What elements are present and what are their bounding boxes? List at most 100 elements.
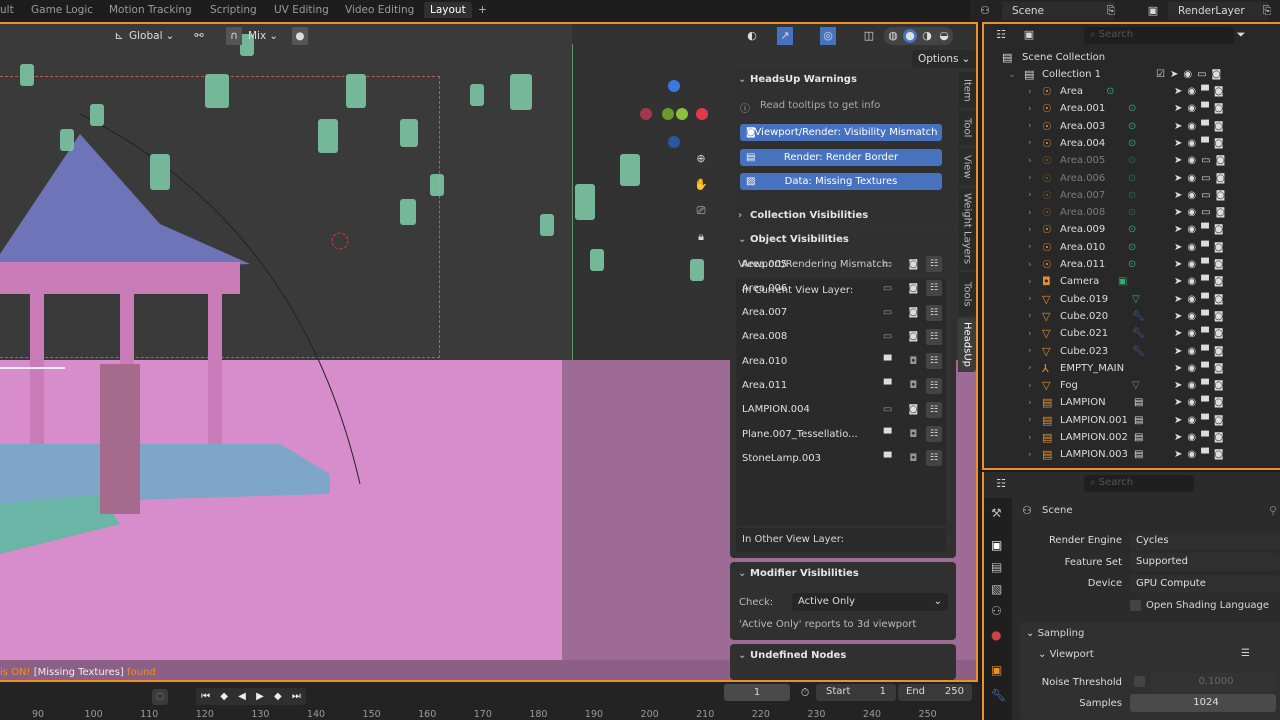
monitor-icon[interactable]: ▀: [1201, 242, 1209, 253]
light-data-icon[interactable]: ⊙: [1128, 224, 1136, 235]
chevron-right-icon[interactable]: ›: [1028, 260, 1032, 270]
outliner-search-input[interactable]: ⌕ Search: [1084, 27, 1234, 44]
camera-view-icon[interactable]: ⎚: [694, 204, 708, 218]
filter-icon[interactable]: ⏷: [1234, 28, 1248, 42]
camera-icon[interactable]: ◙: [1214, 259, 1224, 270]
select-arrow-icon[interactable]: ➤: [1174, 259, 1182, 270]
tab-game-logic[interactable]: Game Logic: [31, 4, 93, 16]
display-mode-icon[interactable]: ☷: [994, 28, 1008, 42]
outliner-item[interactable]: › ☉ Area.005 ⊙ ➤ ◉ ▭ ◙: [984, 152, 1280, 169]
tool-tab-icon[interactable]: ⚒: [991, 506, 1002, 520]
monitor-icon[interactable]: ▀: [1201, 380, 1209, 391]
render-tab-icon[interactable]: ▣: [991, 538, 1002, 552]
select-arrow-icon[interactable]: ➤: [1174, 190, 1182, 201]
light-data-icon[interactable]: ⊙: [1128, 138, 1136, 149]
chevron-right-icon[interactable]: ›: [1028, 138, 1032, 148]
eye-icon[interactable]: ◉: [1187, 190, 1196, 201]
camera-icon[interactable]: ◙: [1214, 415, 1224, 426]
modifier-wrench-icon[interactable]: 🔧︎: [1132, 346, 1145, 357]
select-arrow-icon[interactable]: ➤: [1174, 155, 1182, 166]
camera-icon[interactable]: ◙: [1214, 380, 1224, 391]
outliner-item[interactable]: › ☉ Area.008 ⊙ ➤ ◉ ▭ ◙: [984, 204, 1280, 221]
transform-orientation-dropdown[interactable]: ⊾ Global ⌄: [112, 27, 174, 45]
camera-icon[interactable]: ◘: [900, 380, 926, 391]
jump-end-icon[interactable]: ⏭: [292, 691, 301, 702]
scene-collection-row[interactable]: ▤ Scene Collection: [984, 49, 1280, 66]
proportional-edit-toggle[interactable]: ●: [292, 27, 308, 45]
feature-set-dropdown[interactable]: Supported: [1130, 553, 1280, 571]
chevron-right-icon[interactable]: ›: [1028, 381, 1032, 391]
sidebar-tab-tool[interactable]: Tool: [958, 110, 976, 146]
select-arrow-icon[interactable]: ➤: [1174, 294, 1182, 305]
camera-icon[interactable]: ◙: [1214, 432, 1224, 443]
samples-field[interactable]: 1024: [1130, 694, 1276, 712]
navigation-gizmo[interactable]: [632, 74, 717, 154]
eye-icon[interactable]: ◉: [1187, 276, 1196, 287]
eye-icon[interactable]: ◉: [1187, 328, 1196, 339]
modifier-wrench-icon[interactable]: 🔧︎: [1132, 311, 1145, 322]
osl-checkbox[interactable]: Open Shading Language: [1130, 600, 1269, 611]
chevron-right-icon[interactable]: ›: [1028, 173, 1032, 183]
collection-row[interactable]: ⌄ ▤ Collection 1 ☑ ➤ ◉ ▭ ◙: [984, 66, 1280, 83]
camera-icon[interactable]: ◘: [900, 356, 926, 367]
monitor-icon[interactable]: ▀: [1201, 363, 1209, 374]
chevron-right-icon[interactable]: ›: [1028, 208, 1032, 218]
sampling-header[interactable]: ⌄ Sampling: [1026, 628, 1084, 639]
select-arrow-icon[interactable]: ➤: [1174, 276, 1182, 287]
xray-toggle[interactable]: ◫: [862, 27, 876, 45]
camera-icon[interactable]: ◙: [1216, 173, 1226, 184]
select-arrow-icon[interactable]: ➤: [1174, 103, 1182, 114]
add-workspace-button[interactable]: +: [478, 4, 487, 16]
tab-scripting[interactable]: Scripting: [210, 4, 257, 16]
shading-modes[interactable]: ◍ ● ◑ ◒: [884, 27, 953, 45]
tab-default[interactable]: ult: [0, 4, 14, 16]
camera-icon[interactable]: ◙: [1214, 121, 1224, 132]
options-dropdown[interactable]: Options ⌄: [912, 50, 976, 68]
camera-icon[interactable]: ◙: [1214, 294, 1224, 305]
eye-icon[interactable]: ◉: [1187, 415, 1196, 426]
monitor-icon[interactable]: ▭: [875, 331, 901, 342]
view-layer-filter-icon[interactable]: ▣: [1022, 28, 1036, 42]
camera-icon[interactable]: ◙: [1216, 190, 1226, 201]
monitor-icon[interactable]: ▭: [875, 259, 901, 270]
sidebar-tab-view[interactable]: View: [958, 148, 976, 186]
new-scene-icon[interactable]: ⎘: [1104, 4, 1118, 18]
camera-icon[interactable]: ◙: [1214, 449, 1224, 460]
outliner-item[interactable]: › ☉ Area.003 ⊙ ➤ ◉ ▀ ◙: [984, 118, 1280, 135]
modifier-visibilities-header[interactable]: ⌄ Modifier Visibilities: [730, 562, 956, 584]
monitor-icon[interactable]: ▀: [1201, 346, 1209, 357]
wireframe-shading-icon[interactable]: ◍: [886, 29, 900, 43]
chevron-right-icon[interactable]: ›: [1028, 225, 1032, 235]
monitor-icon[interactable]: ▀: [1201, 328, 1209, 339]
monitor-icon[interactable]: ▭: [1201, 155, 1210, 166]
light-data-icon[interactable]: ⊙: [1106, 86, 1114, 97]
properties-search-input[interactable]: ⌕ Search: [1084, 475, 1194, 492]
monitor-icon[interactable]: ▀: [1201, 294, 1209, 305]
tab-video-editing[interactable]: Video Editing: [345, 4, 414, 16]
chevron-right-icon[interactable]: ›: [1028, 311, 1032, 321]
outliner-item[interactable]: › ☉ Area.004 ⊙ ➤ ◉ ▀ ◙: [984, 135, 1280, 152]
chevron-right-icon[interactable]: ›: [1028, 156, 1032, 166]
camera-icon[interactable]: ◙: [1214, 363, 1224, 374]
viewport-subpanel-header[interactable]: ⌄ Viewport: [1038, 649, 1094, 660]
monitor-icon[interactable]: ▭: [1201, 207, 1210, 218]
select-arrow-icon[interactable]: ➤: [1174, 449, 1182, 460]
gizmo-toggle[interactable]: ↗: [777, 27, 793, 45]
light-data-icon[interactable]: ⊙: [1128, 242, 1136, 253]
camera-icon[interactable]: ◘: [900, 429, 926, 440]
mesh-data-icon[interactable]: ▽: [1132, 294, 1140, 305]
outliner-item[interactable]: › ☉ Area.007 ⊙ ➤ ◉ ▭ ◙: [984, 187, 1280, 204]
hand-pan-icon[interactable]: ✋: [694, 178, 708, 192]
headsup-warnings-header[interactable]: ⌄ HeadsUp Warnings: [730, 68, 956, 90]
auto-keying-toggle[interactable]: ○: [152, 689, 168, 705]
monitor-icon[interactable]: ▭: [1201, 190, 1210, 201]
end-frame-field[interactable]: End 250: [898, 684, 972, 701]
camera-icon[interactable]: ◙: [900, 307, 926, 318]
camera-icon[interactable]: ◙: [1212, 69, 1222, 80]
camera-icon[interactable]: ◙: [900, 283, 926, 294]
render-border-button[interactable]: ▤ Render: Render Border: [740, 149, 942, 166]
monitor-icon[interactable]: ▀: [1201, 276, 1209, 287]
eye-icon[interactable]: ◉: [1187, 103, 1196, 114]
monitor-icon[interactable]: ▭: [1201, 173, 1210, 184]
select-arrow-icon[interactable]: ➤: [1174, 346, 1182, 357]
